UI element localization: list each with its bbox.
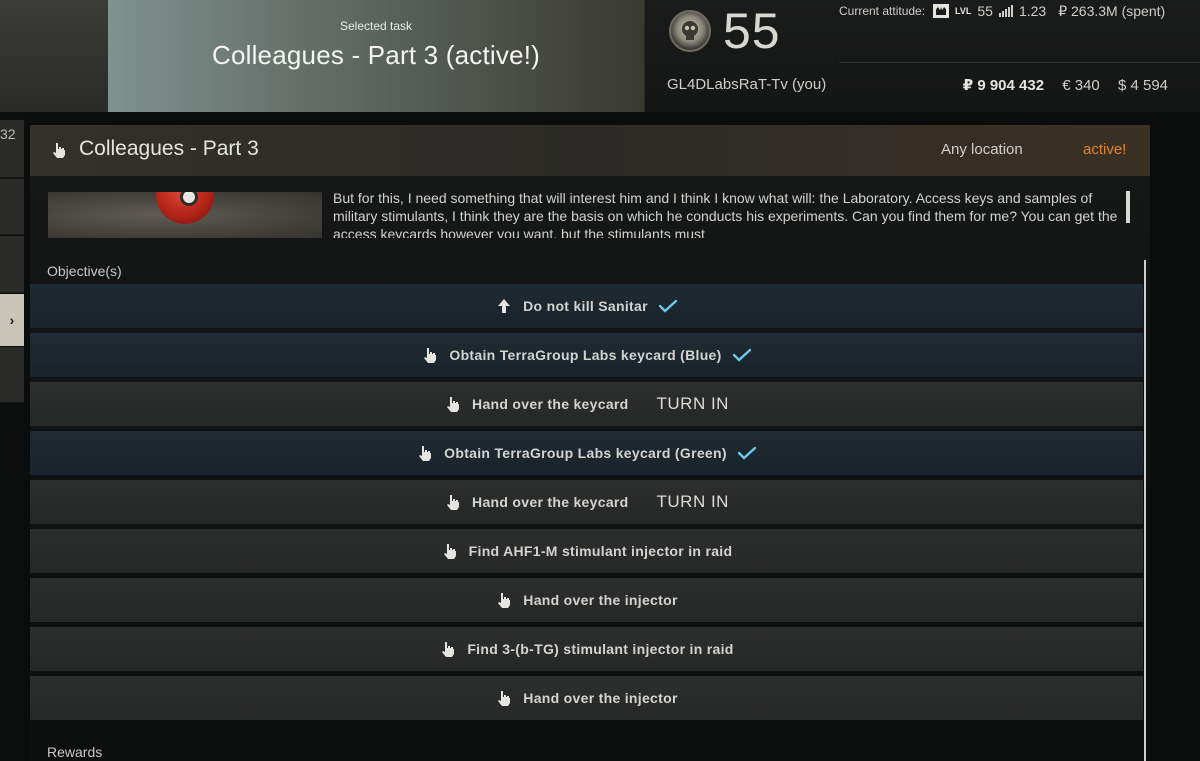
quest-header[interactable]: Colleagues - Part 3 Any location active!: [30, 125, 1150, 176]
quest-description: But for this, I need something that will…: [333, 190, 1118, 238]
checkmark-icon: [658, 299, 678, 313]
quest-location: Any location: [941, 141, 1023, 158]
expand-arrow-button[interactable]: ›: [0, 294, 24, 346]
dollars-balance: $ 4 594: [1117, 77, 1168, 94]
hand-icon: [444, 395, 462, 413]
objective-row[interactable]: Hand over the keycard TURN IN: [30, 480, 1143, 524]
lvl-value: 55: [977, 3, 993, 19]
standing-value: 1.23: [1018, 3, 1047, 19]
hand-icon: [439, 640, 457, 658]
rewards-label: Rewards: [47, 744, 103, 760]
objective-text: Hand over the injector: [523, 592, 678, 608]
player-profile: 55 GL4DLabsRaT-Tv (you) Current attitude…: [644, 0, 1200, 112]
turn-in-button[interactable]: TURN IN: [657, 394, 729, 414]
euros-balance: € 340: [1062, 77, 1100, 94]
lvl-label: LVL: [955, 6, 972, 16]
objective-row[interactable]: Hand over the injector: [30, 676, 1143, 720]
checkmark-icon: [732, 348, 752, 362]
quest-list-item[interactable]: [0, 347, 24, 403]
hand-icon: [495, 689, 513, 707]
player-avatar[interactable]: [669, 10, 711, 52]
objective-text: Hand over the keycard: [472, 494, 629, 510]
quest-status: active!: [1083, 141, 1127, 158]
objective-text: Hand over the keycard: [472, 396, 629, 412]
turn-in-button[interactable]: TURN IN: [657, 492, 729, 512]
hand-icon: [416, 444, 434, 462]
selected-task-label: Selected task: [339, 19, 413, 33]
checkmark-icon: [737, 446, 757, 460]
objective-text: Find AHF1-M stimulant injector in raid: [468, 543, 733, 559]
objective-text: Find 3-(b-TG) stimulant injector in raid: [467, 641, 734, 657]
objective-row[interactable]: Hand over the injector: [30, 578, 1143, 622]
quest-list-item[interactable]: [0, 236, 24, 293]
money-balance: ₽ 9 904 432 € 340 $ 4 594: [949, 76, 1168, 94]
roubles-balance: ₽ 9 904 432: [962, 77, 1045, 94]
player-nickname: GL4DLabsRaT-Tv (you): [667, 76, 827, 93]
hand-icon: [495, 591, 513, 609]
description-scrollbar[interactable]: [1126, 191, 1130, 223]
arrow-up-icon: [495, 297, 513, 315]
objective-text: Obtain TerraGroup Labs keycard (Green): [444, 445, 727, 461]
objective-row[interactable]: Obtain TerraGroup Labs keycard (Green): [30, 431, 1143, 475]
quest-list-item[interactable]: [0, 179, 24, 235]
quest-title: Colleagues - Part 3: [79, 137, 259, 160]
objective-row[interactable]: Do not kill Sanitar: [30, 284, 1143, 328]
hand-icon: [441, 542, 459, 560]
attitude-label: Current attitude:: [839, 4, 926, 18]
hand-icon: [444, 493, 462, 511]
objective-text: Do not kill Sanitar: [523, 298, 648, 314]
objective-text: Obtain TerraGroup Labs keycard (Blue): [449, 347, 722, 363]
objective-row[interactable]: Find AHF1-M stimulant injector in raid: [30, 529, 1143, 573]
selected-task-header: Selected task Colleagues - Part 3 (activ…: [108, 0, 644, 112]
standing-bars-icon: [998, 5, 1013, 17]
hand-icon: [421, 346, 439, 364]
hand-icon: [53, 143, 65, 158]
skull-icon: [682, 21, 698, 40]
objectives-scrollbar[interactable]: [1144, 260, 1146, 761]
objective-row[interactable]: Obtain TerraGroup Labs keycard (Blue): [30, 333, 1143, 377]
quest-image: [48, 192, 322, 238]
crown-icon: [933, 4, 950, 18]
top-left-panel: [0, 0, 108, 112]
quest-list-count: 32: [0, 126, 16, 142]
stats-divider: [839, 62, 1200, 63]
objective-row[interactable]: Find 3-(b-TG) stimulant injector in raid: [30, 627, 1143, 671]
objective-row[interactable]: Hand over the keycard TURN IN: [30, 382, 1143, 426]
player-level-number: 55: [723, 3, 781, 59]
objective-text: Hand over the injector: [523, 690, 678, 706]
objectives-label: Objective(s): [47, 263, 122, 279]
money-spent: ₽ 263.3M (spent): [1058, 2, 1166, 19]
player-stats: Current attitude: LVL 55 1.23 ₽ 263.3M (…: [839, 2, 1200, 20]
selected-task-title: Colleagues - Part 3 (active!): [211, 40, 541, 70]
